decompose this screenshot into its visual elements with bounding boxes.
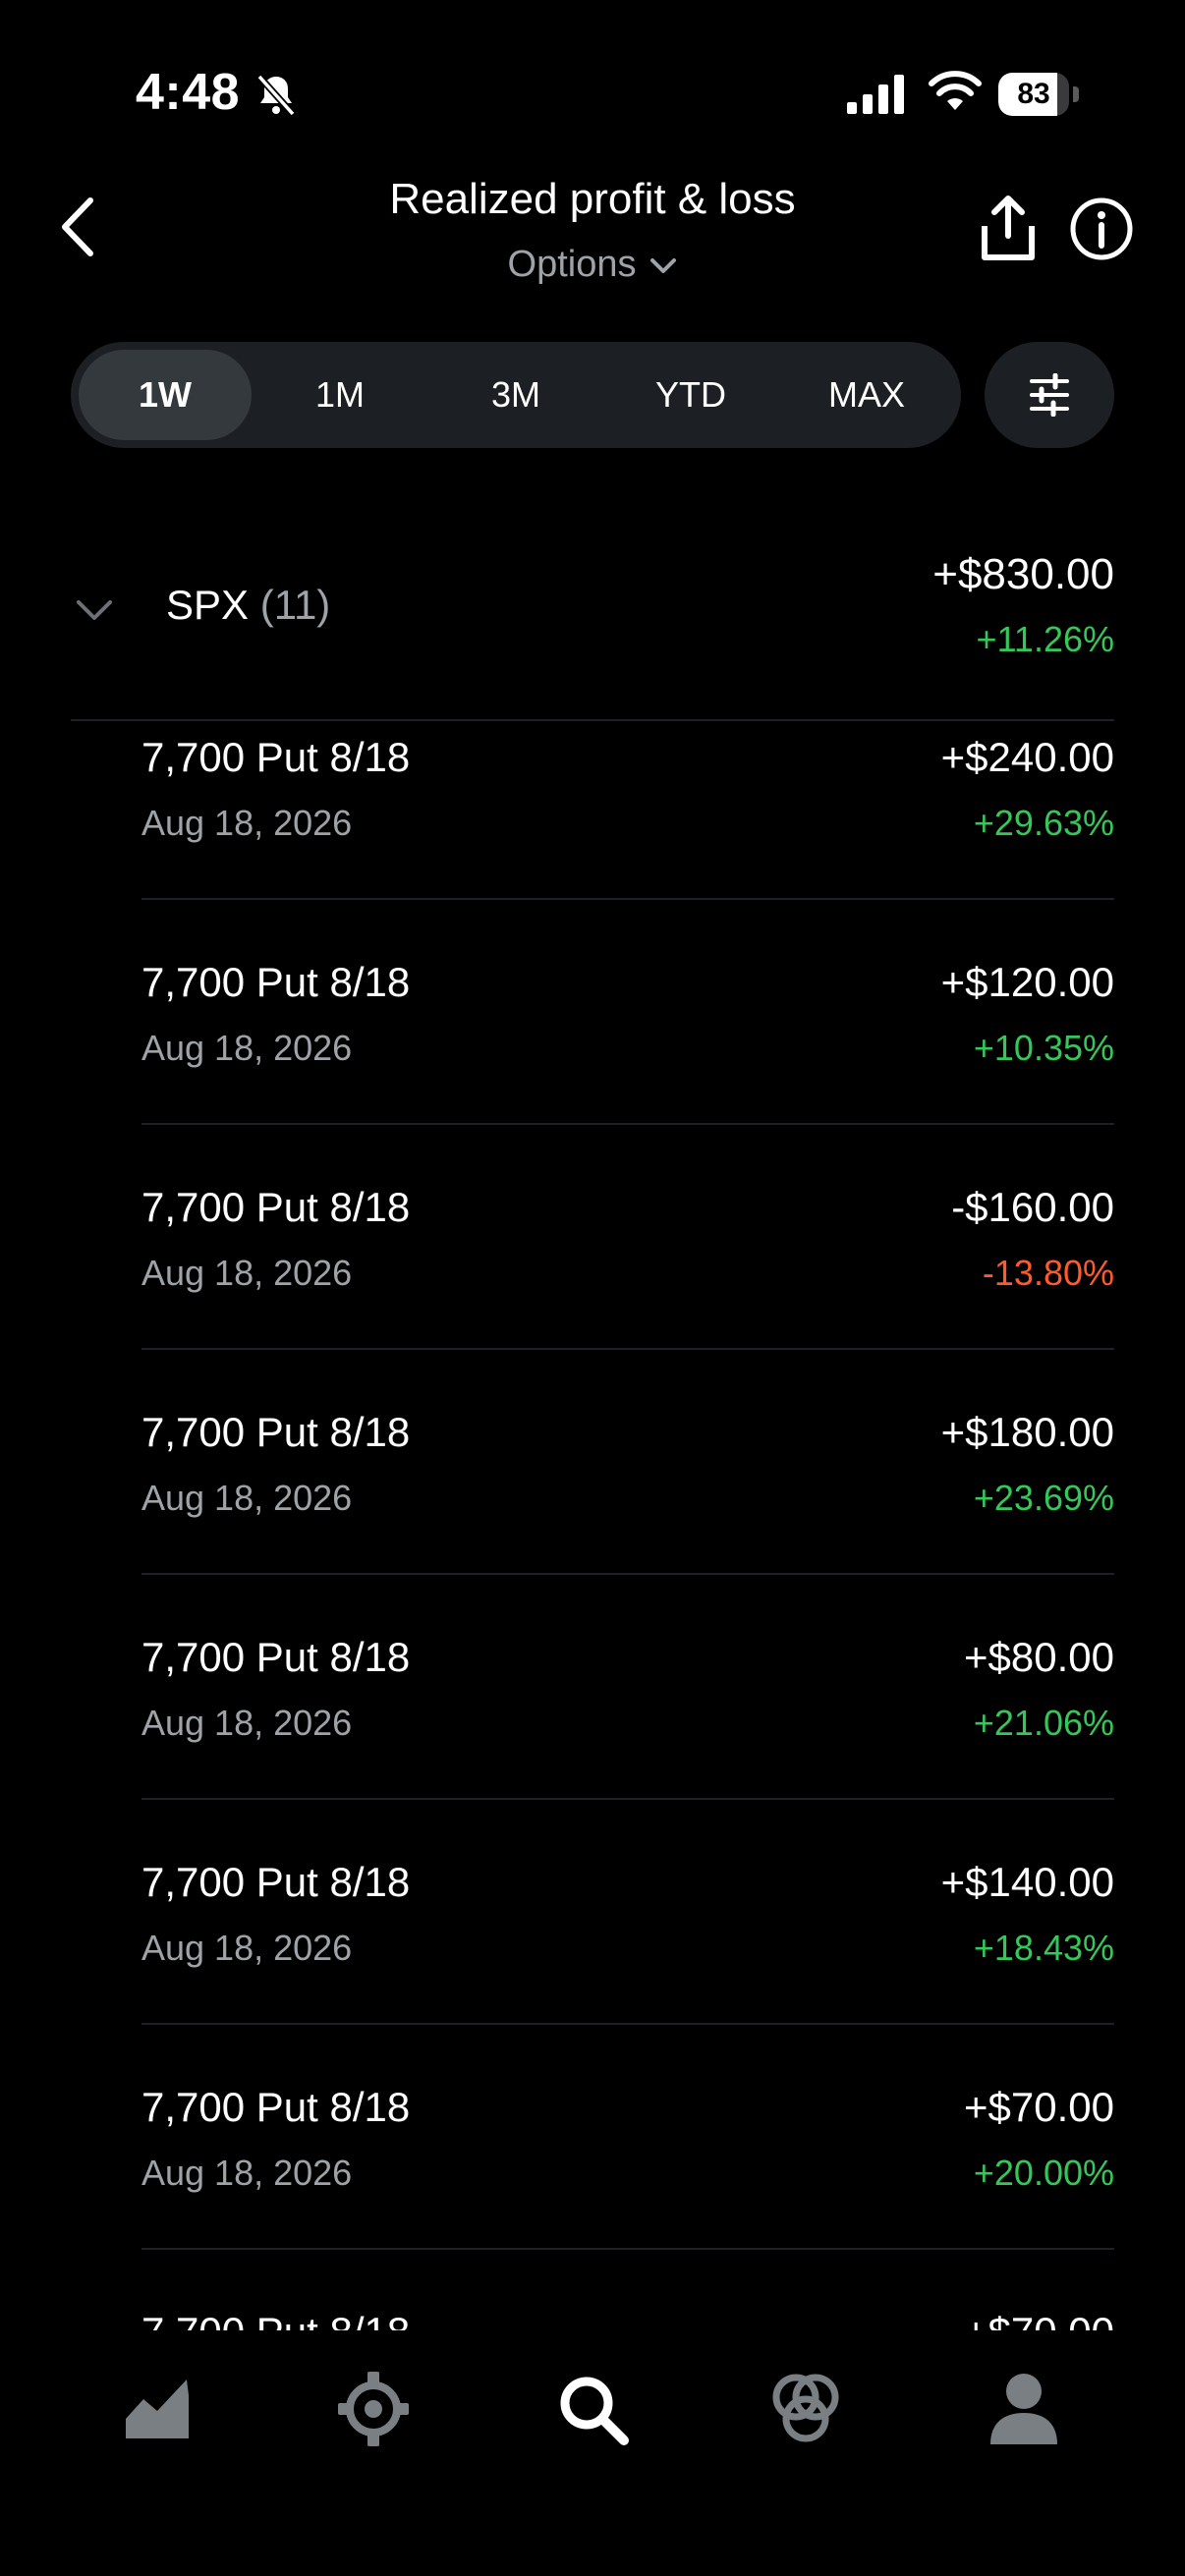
position-row[interactable]: 7,700 Put 8/18 Aug 18, 2026 +$140.00 +18.43… — [0, 1800, 1185, 2025]
contract-name: 7,700 Put 8/18 — [141, 1184, 411, 1230]
close-date: Aug 18, 2026 — [141, 803, 353, 843]
close-date: Aug 18, 2026 — [141, 1478, 353, 1518]
position-row[interactable]: 7,700 Put 8/18 Aug 18, 2026 +$70.00 +20.00% — [0, 2025, 1185, 2250]
position-row[interactable]: 7,700 Put 8/18 Aug 18, 2026 +$240.00 +29.63… — [0, 719, 1185, 900]
contract-name: 7,700 Put 8/18 — [141, 1859, 411, 1905]
group-count: (11) — [259, 582, 331, 628]
realized-amount: +$240.00 — [940, 734, 1114, 780]
realized-percent: +10.35% — [973, 1028, 1114, 1068]
close-date: Aug 18, 2026 — [141, 2153, 353, 2193]
realized-amount: +$80.00 — [964, 1634, 1114, 1680]
position-row[interactable]: 7,700 Put 8/18 Aug 18, 2026 -$160.00 -13.80… — [0, 1125, 1185, 1350]
close-date: Aug 18, 2026 — [141, 1028, 353, 1068]
position-list: 7,700 Put 8/18 Aug 18, 2026 +$240.00 +29.63… — [0, 719, 1185, 2330]
bottom-nav — [0, 2330, 1185, 2576]
nav-chart[interactable] — [118, 2370, 197, 2448]
cellular-signal-icon — [847, 75, 904, 114]
position-row[interactable]: 7,700 Put 8/18 Aug 18, 2026 +$120.00 +10.35… — [0, 900, 1185, 1125]
position-row[interactable]: 7,700 Put 8/18 +$70.00 — [0, 2250, 1185, 2330]
contract-name: 7,700 Put 8/18 — [141, 734, 411, 780]
realized-percent: +18.43% — [973, 1928, 1114, 1968]
close-date: Aug 18, 2026 — [141, 1928, 353, 1968]
period-3m[interactable]: 3M — [429, 350, 602, 440]
sliders-icon — [1030, 373, 1069, 417]
realized-amount: +$70.00 — [964, 2084, 1114, 2130]
status-time: 4:48 — [136, 64, 241, 121]
nav-rings[interactable] — [766, 2370, 845, 2448]
realized-percent: -13.80% — [982, 1253, 1114, 1293]
chart-icon — [126, 2380, 189, 2438]
position-row[interactable]: 7,700 Put 8/18 Aug 18, 2026 +$80.00 +21.06% — [0, 1575, 1185, 1800]
nav-scope[interactable] — [334, 2370, 413, 2448]
realized-percent: +23.69% — [973, 1478, 1114, 1518]
contract-name: 7,700 Put 8/18 — [141, 1634, 411, 1680]
battery-level: 83 — [1017, 78, 1050, 110]
contract-name: 7,700 Put 8/18 — [141, 2084, 411, 2130]
profile-icon — [990, 2374, 1057, 2444]
realized-percent: +21.06% — [973, 1703, 1114, 1743]
close-date: Aug 18, 2026 — [141, 1253, 353, 1293]
info-icon[interactable] — [1069, 196, 1134, 261]
realized-percent: +20.00% — [973, 2153, 1114, 2193]
close-date: Aug 18, 2026 — [141, 1703, 353, 1743]
nav-profile[interactable] — [985, 2370, 1063, 2448]
position-row[interactable]: 7,700 Put 8/18 Aug 18, 2026 +$180.00 +23.69… — [0, 1350, 1185, 1575]
search-icon — [560, 2377, 629, 2445]
period-1w[interactable]: 1W — [79, 350, 252, 440]
realized-amount: +$180.00 — [940, 1409, 1114, 1455]
scope-icon — [338, 2372, 409, 2446]
contract-name: 7,700 Put 8/18 — [141, 1409, 411, 1455]
group-symbol[interactable]: SPX (11) — [166, 582, 330, 629]
period-max[interactable]: MAX — [780, 350, 953, 440]
group-percent: +11.26% — [976, 619, 1114, 659]
group-total: +$830.00 — [932, 550, 1114, 598]
realized-percent: +29.63% — [973, 803, 1114, 843]
contract-name: 7,700 Put 8/18 — [141, 2309, 410, 2330]
share-icon[interactable] — [977, 193, 1040, 263]
collapse-chevron-icon[interactable] — [75, 597, 114, 623]
rings-icon — [772, 2374, 839, 2442]
wifi-icon — [929, 71, 982, 110]
realized-amount: +$120.00 — [940, 959, 1114, 1005]
period-1m[interactable]: 1M — [254, 350, 426, 440]
group-symbol-label: SPX — [166, 582, 250, 628]
period-ytd[interactable]: YTD — [604, 350, 777, 440]
bell-muted-icon — [256, 74, 296, 117]
filter-button[interactable] — [985, 342, 1114, 448]
realized-amount: +$70.00 — [964, 2309, 1114, 2330]
period-selector: 1W 1M 3M YTD MAX — [71, 342, 961, 448]
realized-amount: -$160.00 — [951, 1184, 1114, 1230]
nav-search[interactable] — [553, 2370, 632, 2448]
contract-name: 7,700 Put 8/18 — [141, 959, 411, 1005]
options-dropdown-label: Options — [507, 244, 637, 285]
battery-indicator: 83 — [998, 73, 1079, 116]
realized-amount: +$140.00 — [940, 1859, 1114, 1905]
chevron-down-icon — [650, 257, 677, 273]
